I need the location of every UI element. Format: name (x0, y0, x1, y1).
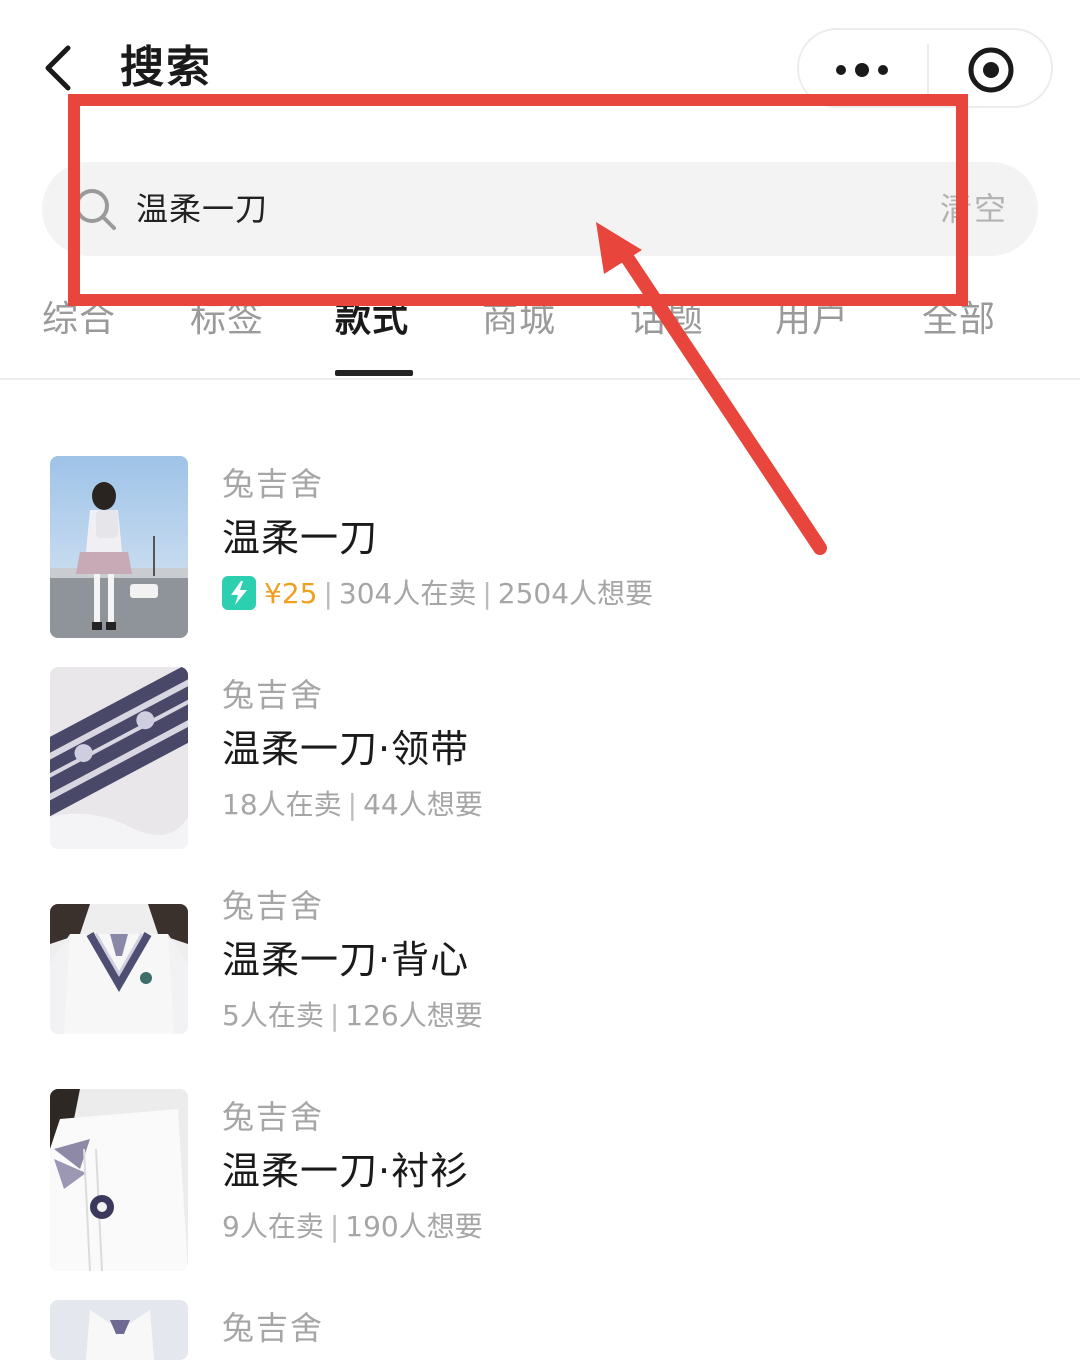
chevron-left-icon[interactable] (40, 42, 80, 94)
brand-label: 兔吉舍 (222, 1098, 325, 1136)
product-thumbnail (50, 1089, 188, 1271)
target-icon[interactable] (967, 46, 1015, 94)
wants-count: 190人想要 (345, 1210, 483, 1243)
product-meta: 5人在卖 | 126人想要 (222, 999, 483, 1032)
product-meta: ¥25 | 304人在卖 | 2504人想要 (222, 576, 653, 612)
divider (0, 378, 1080, 380)
page-title: 搜索 (120, 42, 212, 93)
active-tab-indicator (335, 370, 413, 376)
brand-label: 兔吉舍 (222, 887, 325, 925)
sellers-count: 9人在卖 (222, 1210, 324, 1243)
product-name: 温柔一刀·背心 (222, 938, 470, 982)
product-name: 温柔一刀·衬衫 (222, 1149, 470, 1193)
product-name: 温柔一刀 (222, 516, 379, 560)
product-thumbnail (50, 456, 188, 638)
product-meta: 18人在卖 | 44人想要 (222, 788, 483, 821)
list-item[interactable]: 兔吉舍 温柔一刀·背心 5人在卖 | 126人想要 (0, 878, 1080, 1078)
sellers-count: 5人在卖 (222, 999, 324, 1032)
list-item[interactable]: 兔吉舍 (0, 1300, 1080, 1360)
price-label: ¥25 (264, 577, 318, 610)
more-dots-icon[interactable] (833, 55, 893, 85)
product-thumbnail (50, 904, 188, 1034)
list-item[interactable]: 兔吉舍 温柔一刀·衬衫 9人在卖 | 190人想要 (0, 1089, 1080, 1289)
wants-count: 44人想要 (363, 788, 483, 821)
product-meta: 9人在卖 | 190人想要 (222, 1210, 483, 1243)
product-thumbnail (50, 667, 188, 849)
product-thumbnail (50, 1300, 188, 1360)
highlight-box (68, 94, 968, 306)
capsule-divider (927, 44, 929, 96)
sellers-count: 304人在卖 (338, 577, 477, 610)
flash-icon (222, 576, 256, 610)
sellers-count: 18人在卖 (222, 788, 342, 821)
wants-count: 2504人想要 (497, 577, 654, 610)
product-name: 温柔一刀·领带 (222, 727, 470, 771)
wants-count: 126人想要 (345, 999, 483, 1032)
brand-label: 兔吉舍 (222, 1309, 325, 1347)
brand-label: 兔吉舍 (222, 465, 325, 503)
list-item[interactable]: 兔吉舍 温柔一刀·领带 18人在卖 | 44人想要 (0, 667, 1080, 867)
list-item[interactable]: 兔吉舍 温柔一刀 ¥25 | 304人在卖 | 2504人想要 (0, 456, 1080, 656)
brand-label: 兔吉舍 (222, 676, 325, 714)
